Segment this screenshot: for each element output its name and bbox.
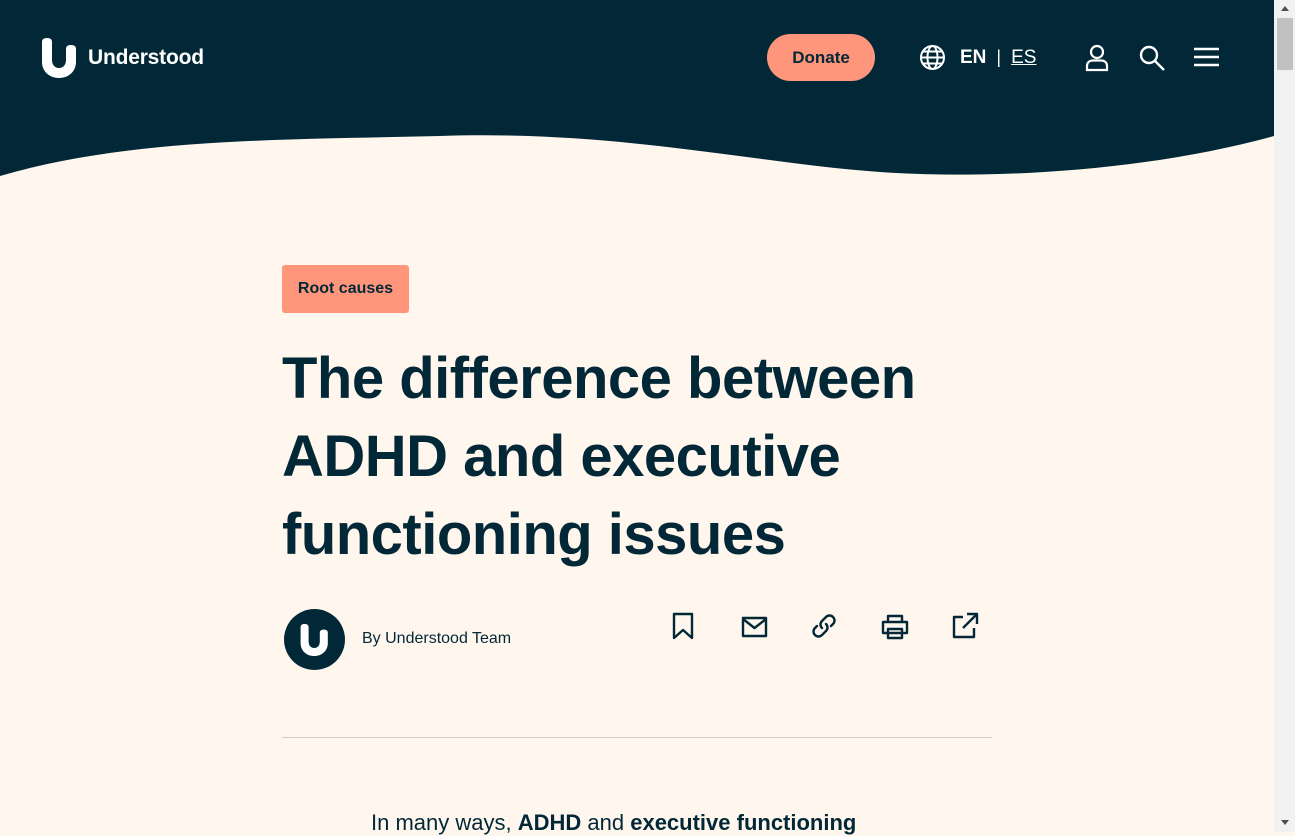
globe-icon[interactable] bbox=[919, 44, 946, 71]
intro-link-executive-functioning[interactable]: executive functioning bbox=[630, 810, 856, 835]
language-es-link[interactable]: ES bbox=[1011, 47, 1036, 69]
print-icon[interactable] bbox=[881, 614, 909, 640]
language-switcher: EN | ES bbox=[919, 44, 1036, 71]
section-divider bbox=[282, 737, 992, 738]
author-byline[interactable]: By Understood Team bbox=[362, 630, 511, 648]
mail-icon[interactable] bbox=[741, 616, 768, 638]
language-separator: | bbox=[996, 47, 1002, 67]
logo-mark-icon bbox=[42, 38, 76, 78]
donate-button[interactable]: Donate bbox=[767, 34, 875, 81]
author-avatar bbox=[284, 609, 345, 670]
intro-text: In many ways, bbox=[371, 810, 518, 835]
scrollbar-thumb[interactable] bbox=[1277, 18, 1293, 70]
site-header: Understood Donate EN | ES bbox=[0, 0, 1274, 180]
language-en-link[interactable]: EN bbox=[960, 47, 986, 69]
header-background bbox=[0, 0, 1274, 176]
intro-text: and bbox=[581, 810, 631, 835]
article-title: The difference between ADHD and executiv… bbox=[282, 346, 916, 567]
user-icon[interactable] bbox=[1085, 44, 1109, 72]
brand-logo[interactable]: Understood bbox=[40, 38, 204, 78]
external-share-icon[interactable] bbox=[951, 612, 979, 640]
search-icon[interactable] bbox=[1138, 44, 1166, 72]
logo-mark-icon bbox=[300, 623, 328, 656]
link-icon[interactable] bbox=[810, 612, 838, 640]
brand-name: Understood bbox=[88, 46, 204, 69]
menu-icon[interactable] bbox=[1193, 46, 1220, 68]
article-intro: In many ways, ADHD and executive functio… bbox=[371, 810, 856, 836]
intro-link-adhd[interactable]: ADHD bbox=[518, 810, 582, 835]
scroll-down-arrow-icon[interactable] bbox=[1278, 815, 1292, 829]
scrollbar[interactable] bbox=[1274, 0, 1295, 832]
bookmark-icon[interactable] bbox=[672, 612, 694, 640]
category-tag[interactable]: Root causes bbox=[282, 265, 409, 313]
scroll-up-arrow-icon[interactable] bbox=[1278, 2, 1292, 16]
